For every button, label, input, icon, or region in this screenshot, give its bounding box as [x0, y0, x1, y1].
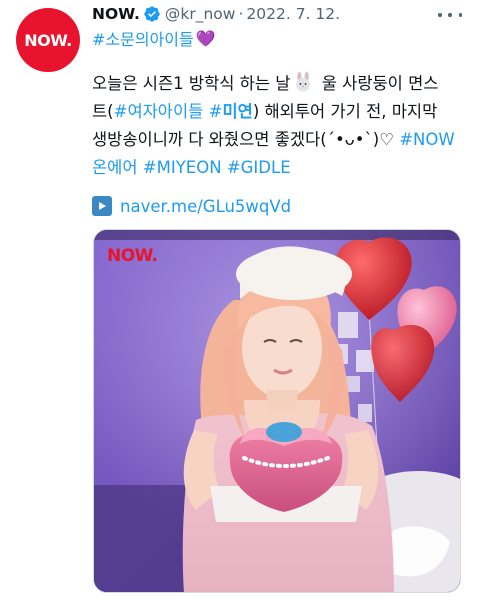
avatar[interactable]: NOW.: [16, 8, 80, 72]
link-line: naver.me/GLu5wqVd: [92, 192, 291, 220]
external-link[interactable]: naver.me/GLu5wqVd: [120, 197, 291, 216]
photo-illustration: [94, 230, 460, 592]
tweet-header: NOW. @kr_now · 2022. 7. 12.: [92, 3, 444, 25]
hashtag-link[interactable]: 온에어: [92, 158, 138, 177]
rabbit-face-icon: [296, 71, 311, 92]
avatar-logo-text: NOW.: [24, 30, 72, 50]
hashtag-link[interactable]: #여자아이들: [114, 102, 204, 121]
purple-heart-emoji: 💜: [195, 28, 216, 48]
tweet-text-segment: ) 해외투어 가기 전, 마지막: [252, 102, 438, 121]
separator-dot: ·: [238, 5, 244, 23]
hashtag-bold-term: 미연: [222, 102, 253, 121]
tweet: NOW. NOW. @kr_now · 2022. 7. 12. #소문의아이들…: [0, 0, 480, 601]
hashtag-link[interactable]: #미연: [209, 102, 253, 121]
hash-prefix: #: [208, 102, 223, 121]
hashtag-line: #소문의아이들 💜: [92, 26, 216, 50]
play-button-icon: [92, 196, 112, 216]
handle[interactable]: @kr_now: [165, 5, 236, 23]
tweet-text: 오늘은 시즌1 방학식 하는 날 울 사랑둥이 면스 트(#여자아이들 #미연)…: [92, 70, 464, 182]
verified-badge-icon: [144, 6, 160, 22]
more-options-icon[interactable]: [438, 8, 462, 22]
tweet-text-segment: 울 사랑둥이 면스: [316, 74, 439, 93]
tweet-date[interactable]: 2022. 7. 12.: [246, 5, 340, 23]
now-logo-watermark: NOW.: [107, 246, 158, 266]
hashtag-link[interactable]: #소문의아이들: [92, 26, 194, 50]
tweet-photo[interactable]: NOW.: [93, 229, 461, 593]
tweet-text-segment: 오늘은 시즌1 방학식 하는 날: [92, 74, 291, 93]
tweet-text-segment: 트(: [92, 102, 114, 121]
display-name[interactable]: NOW.: [92, 5, 140, 23]
hashtag-link[interactable]: #GIDLE: [227, 158, 291, 177]
tweet-text-segment: 생방송이니까 다 와줬으면 좋겠다(´•ᴗ•`)♡: [92, 130, 400, 149]
hashtag-link[interactable]: #NOW: [399, 130, 454, 149]
hashtag-link[interactable]: #MIYEON: [143, 158, 222, 177]
